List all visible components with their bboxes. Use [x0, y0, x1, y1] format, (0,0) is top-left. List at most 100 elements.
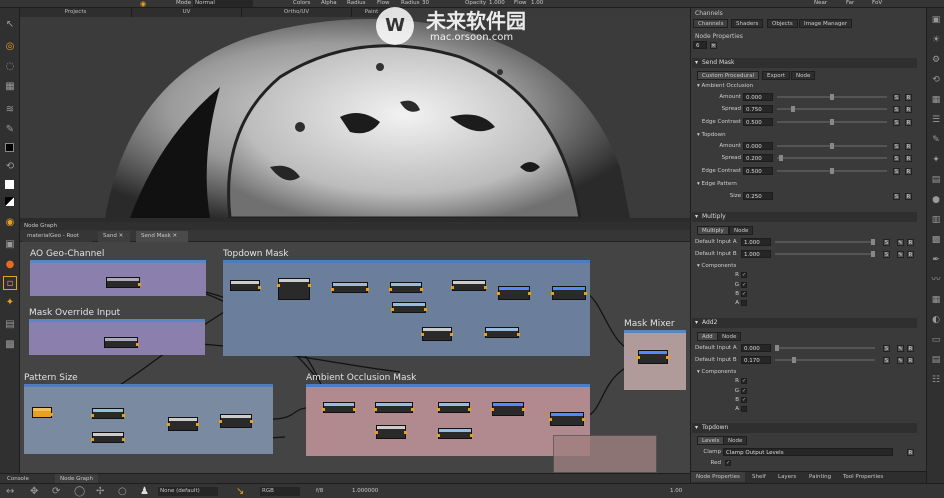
tab-multiply[interactable]: Multiply — [697, 226, 729, 235]
rotate-icon[interactable]: ⟳ — [52, 486, 60, 497]
select-icon[interactable]: ↖ — [3, 18, 17, 32]
radius-toggle[interactable]: Radius — [347, 0, 365, 7]
tab-node[interactable]: Node — [717, 332, 742, 341]
target-icon[interactable]: ◉ — [3, 216, 17, 230]
td-edge-contrast-slider[interactable] — [777, 167, 887, 175]
mode-dropdown[interactable]: Normal — [193, 0, 253, 7]
edit-icon[interactable]: ✎ — [897, 345, 904, 352]
tab-node[interactable]: Node — [791, 71, 816, 80]
alpha-toggle[interactable]: Alpha — [321, 0, 337, 7]
star-icon[interactable]: ✦ — [3, 296, 17, 310]
stamp-icon[interactable]: ✦ — [930, 154, 942, 166]
color-mode-dropdown[interactable]: RGB — [260, 487, 300, 496]
graph-node[interactable] — [322, 402, 356, 413]
pen-icon[interactable]: ✎ — [3, 123, 17, 137]
tab-node-properties[interactable]: Node Properties — [691, 472, 745, 482]
section-topdown[interactable]: Topdown — [692, 423, 917, 433]
ao-spread-slider[interactable] — [777, 105, 887, 113]
tab-levels[interactable]: Levels — [697, 436, 725, 445]
shelf-icon[interactable]: ▥ — [930, 214, 942, 226]
graph-node[interactable] — [91, 432, 125, 443]
comp-r-checkbox[interactable]: ✓ — [741, 272, 747, 278]
comp-b-checkbox[interactable]: ✓ — [741, 291, 747, 297]
fg-color-swatch[interactable] — [3, 141, 17, 155]
tab-layers[interactable]: Layers — [773, 472, 801, 482]
comp-a-checkbox[interactable] — [741, 406, 747, 412]
red-checkbox[interactable]: ✓ — [725, 460, 731, 466]
tab-image-manager[interactable]: Image Manager — [799, 19, 853, 28]
smudge-icon[interactable]: ≋ — [3, 103, 17, 117]
reset-button[interactable]: S — [893, 155, 900, 162]
frame-icon[interactable]: ▭ — [930, 334, 942, 346]
comp-r-checkbox[interactable]: ✓ — [741, 378, 747, 384]
graph-node[interactable] — [437, 402, 471, 413]
graph-node[interactable] — [637, 350, 669, 364]
history-icon[interactable]: ⟲ — [930, 74, 942, 86]
graph-node[interactable] — [375, 425, 407, 439]
pen-icon[interactable]: ✒ — [930, 254, 942, 266]
tab-node[interactable]: Node — [729, 226, 754, 235]
list-icon[interactable]: ☷ — [930, 374, 942, 386]
comp-b-checkbox[interactable]: ✓ — [741, 397, 747, 403]
ao-spread-field[interactable]: 0.750 — [743, 105, 773, 113]
graph-node[interactable] — [497, 286, 531, 300]
graph-node[interactable] — [219, 414, 253, 428]
edit-icon[interactable]: ✎ — [897, 251, 904, 258]
group-components[interactable]: ▾ Components — [697, 369, 736, 375]
sphere-icon[interactable]: ● — [3, 258, 17, 272]
tab-objects[interactable]: Objects — [767, 19, 798, 28]
checker-icon[interactable]: ▩ — [3, 338, 17, 352]
pan-icon[interactable]: ✥ — [30, 486, 38, 497]
clamp-dropdown[interactable]: Clamp Output Levels — [723, 448, 893, 456]
light-icon[interactable]: ☀ — [930, 34, 942, 46]
reset-button[interactable]: S — [883, 357, 890, 364]
graph-node[interactable] — [374, 402, 414, 413]
key-button[interactable]: R — [907, 345, 914, 352]
group-edge-pattern[interactable]: ▾ Edge Pattern — [697, 181, 737, 187]
graph-node[interactable] — [32, 407, 53, 418]
key-button[interactable]: R — [907, 251, 914, 258]
key-button[interactable]: R — [905, 106, 912, 113]
graph-node[interactable] — [91, 408, 125, 419]
reset-button[interactable]: S — [893, 94, 900, 101]
graph-node[interactable] — [491, 402, 525, 416]
brush-icon[interactable]: ◉ — [140, 0, 146, 8]
reset-button[interactable]: S — [893, 168, 900, 175]
gamma-icon[interactable]: ↘ — [236, 486, 244, 497]
graph-node[interactable] — [106, 277, 141, 288]
minimap[interactable] — [553, 435, 657, 473]
reset-button[interactable]: S — [883, 251, 890, 258]
section-multiply[interactable]: Multiply — [692, 212, 917, 222]
graph-node[interactable] — [437, 428, 473, 439]
tab-tool-properties[interactable]: Tool Properties — [838, 472, 888, 482]
palette-icon[interactable]: ◐ — [930, 314, 942, 326]
sphere-icon[interactable]: ● — [930, 194, 942, 206]
swap-icon[interactable]: ⟲ — [3, 160, 17, 174]
backdrop-ambient-occlusion-mask[interactable] — [306, 384, 590, 456]
td-amount-slider[interactable] — [777, 142, 887, 150]
graph-node[interactable] — [104, 337, 139, 348]
fstop-value[interactable]: f/8 — [316, 487, 323, 496]
brush-icon[interactable]: ✎ — [930, 134, 942, 146]
group-topdown[interactable]: ▾ Topdown — [697, 132, 726, 138]
edit-icon[interactable]: ✎ — [897, 357, 904, 364]
graph-node[interactable] — [389, 282, 423, 293]
key-button[interactable]: R — [907, 239, 914, 246]
group-ambient-occlusion[interactable]: ▾ Ambient Occlusion — [697, 83, 753, 89]
circle-icon[interactable]: ○ — [118, 486, 127, 497]
graph-node[interactable] — [451, 280, 487, 291]
comp-g-checkbox[interactable]: ✓ — [741, 388, 747, 394]
camera-icon[interactable]: ▣ — [930, 14, 942, 26]
graph-node[interactable] — [277, 278, 311, 300]
tab-custom-procedural[interactable]: Custom Procedural — [697, 71, 760, 80]
snapshot-icon[interactable]: ▤ — [930, 174, 942, 186]
td-spread-slider[interactable] — [777, 154, 887, 162]
node-graph-panel[interactable]: Node Graph materialGeo - Root Sand ✕ Sen… — [20, 222, 690, 473]
frame-icon[interactable]: ▫ — [3, 276, 17, 290]
eraser-icon[interactable]: ◌ — [3, 60, 17, 74]
ao-edge-contrast-field[interactable]: 0.500 — [743, 118, 773, 126]
tab-add[interactable]: Add — [697, 332, 718, 341]
tab-export[interactable]: Export — [762, 71, 791, 80]
snapshot-icon[interactable]: ▤ — [3, 318, 17, 332]
graph-node[interactable] — [549, 412, 585, 426]
